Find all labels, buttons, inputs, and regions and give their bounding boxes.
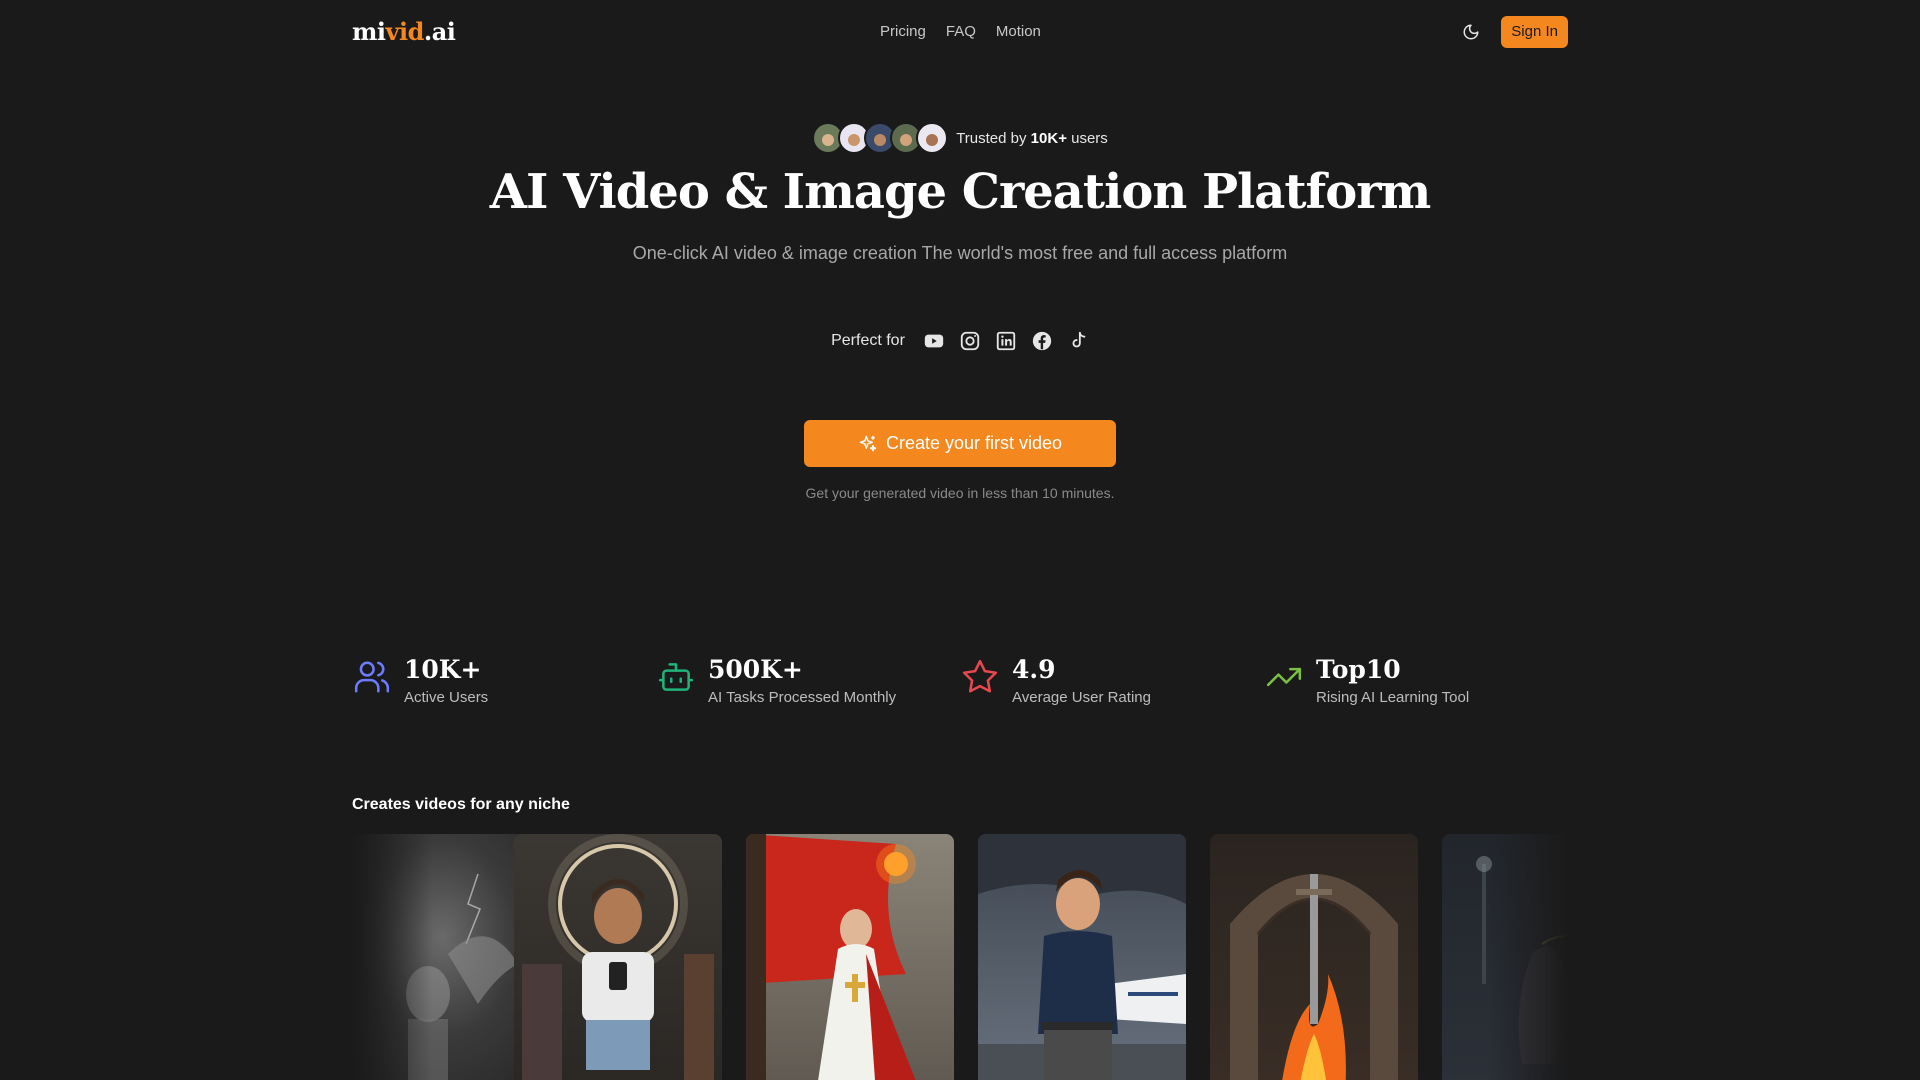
avatar-stack <box>812 122 949 154</box>
stat-rating: 4.9 Average User Rating <box>960 655 1264 706</box>
theme-toggle-button[interactable] <box>1457 18 1485 46</box>
niche-section-title: Creates videos for any niche <box>352 796 570 813</box>
gallery-card-angel[interactable] <box>352 834 536 1080</box>
stat-label: Rising AI Learning Tool <box>1316 689 1470 706</box>
sign-in-button[interactable]: Sign In <box>1501 15 1568 48</box>
gallery-card-night[interactable] <box>1442 834 1568 1080</box>
gallery-card-girl[interactable] <box>514 834 722 1080</box>
main-nav: Pricing FAQ Motion <box>880 0 1041 63</box>
stat-top10: Top10 Rising AI Learning Tool <box>1264 655 1568 706</box>
logo[interactable]: mivid.ai <box>352 17 456 46</box>
nav-motion[interactable]: Motion <box>996 23 1041 40</box>
moon-icon <box>1463 24 1479 39</box>
logo-text-accent: vid <box>385 17 425 46</box>
star-icon <box>960 657 1000 697</box>
trending-up-icon <box>1264 657 1304 697</box>
stat-label: AI Tasks Processed Monthly <box>708 689 897 706</box>
avatar <box>916 122 949 154</box>
niche-gallery <box>352 834 1568 1080</box>
linkedin-icon[interactable] <box>995 330 1017 352</box>
cta-note: Get your generated video in less than 10… <box>805 485 1115 501</box>
gallery-card-pope[interactable] <box>746 834 954 1080</box>
header: mivid.ai Pricing FAQ Motion Sign In <box>352 0 1568 63</box>
perfect-for-label: Perfect for <box>831 332 905 349</box>
facebook-icon[interactable] <box>1031 330 1053 352</box>
stats-row: 10K+ Active Users 500K+ AI Tasks Process… <box>352 655 1568 706</box>
stat-value: 500K+ <box>708 655 803 684</box>
page: mivid.ai Pricing FAQ Motion Sign In Trus… <box>0 0 1920 1080</box>
gallery-card-airport[interactable] <box>978 834 1186 1080</box>
stat-label: Average User Rating <box>1012 689 1151 706</box>
header-actions: Sign In <box>1457 15 1568 48</box>
cta-label: Create your first video <box>885 433 1063 453</box>
stat-active-users: 10K+ Active Users <box>352 655 656 706</box>
stat-value: 4.9 <box>1012 655 1056 684</box>
robot-icon <box>656 657 696 697</box>
perfect-for-row: Perfect for <box>0 330 1920 352</box>
trusted-text: Trusted by 10K+ users <box>956 129 1108 147</box>
logo-text-1: mi <box>352 17 386 46</box>
nav-pricing[interactable]: Pricing <box>880 23 926 40</box>
users-icon <box>352 657 392 697</box>
gallery-card-sword[interactable] <box>1210 834 1418 1080</box>
instagram-icon[interactable] <box>959 330 981 352</box>
create-first-video-button[interactable]: Create your first video <box>804 420 1116 467</box>
tiktok-icon[interactable] <box>1067 330 1089 352</box>
sword-thumbnail <box>1230 874 1398 1080</box>
stat-value: 10K+ <box>404 655 482 684</box>
girl-thumbnail <box>522 834 714 1080</box>
nav-faq[interactable]: FAQ <box>946 23 976 40</box>
youtube-icon[interactable] <box>923 330 945 352</box>
pope-thumbnail <box>746 834 916 1080</box>
angel-thumbnail <box>406 873 518 1080</box>
stat-ai-tasks: 500K+ AI Tasks Processed Monthly <box>656 655 960 706</box>
sparkles-icon <box>859 435 877 451</box>
page-title: AI Video & Image Creation Platform <box>489 164 1432 220</box>
hero-subtitle: One-click AI video & image creation The … <box>632 243 1288 263</box>
trusted-row: Trusted by 10K+ users <box>0 122 1920 154</box>
night-thumbnail <box>1476 856 1568 1064</box>
stat-label: Active Users <box>404 689 489 706</box>
trusted-count: 10K+ <box>1030 129 1067 147</box>
logo-text-3: .ai <box>423 17 456 46</box>
stat-value: Top10 <box>1316 655 1401 684</box>
airport-thumbnail <box>978 834 1186 1080</box>
